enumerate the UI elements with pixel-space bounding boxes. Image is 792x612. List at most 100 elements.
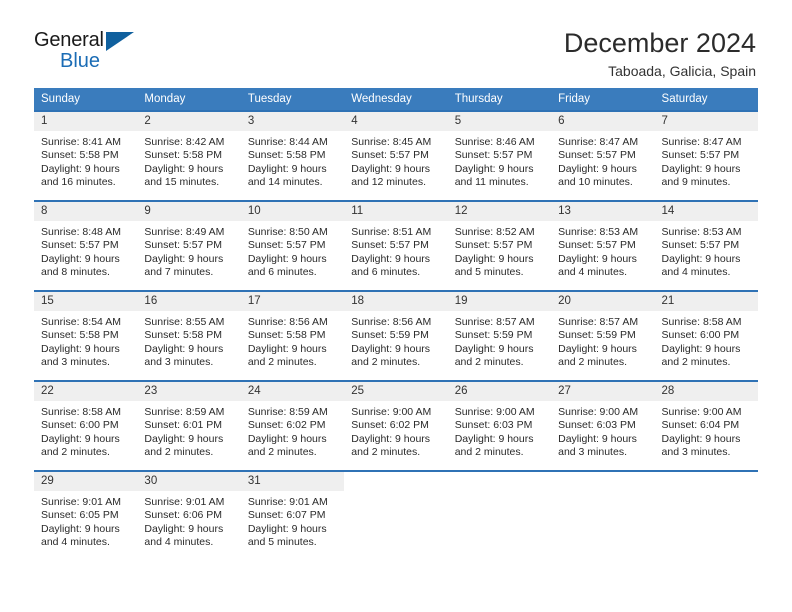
calendar-day-cell[interactable]: 30 Sunrise: 9:01 AM Sunset: 6:06 PM Dayligh… — [137, 470, 241, 561]
calendar-day-cell[interactable]: 28 Sunrise: 9:00 AM Sunset: 6:04 PM Dayligh… — [654, 380, 758, 471]
calendar-day-cell[interactable]: 10 Sunrise: 8:50 AM Sunset: 5:57 PM Dayligh… — [240, 200, 345, 291]
sunset-text: Sunset: 6:00 PM — [41, 419, 119, 432]
daylight-text-line1: Daylight: 9 hours — [247, 342, 327, 355]
sunset-text: Sunset: 6:05 PM — [41, 509, 119, 522]
daylight-text-line1: Daylight: 9 hours — [247, 432, 327, 445]
day-details: Sunrise: 8:58 AM Sunset: 6:00 PM Daylight:… — [34, 401, 137, 460]
sunrise-text: Sunrise: 8:56 AM — [247, 316, 328, 328]
page-header: General Blue December 2024 Taboada, Gali… — [0, 0, 792, 80]
sunset-text: Sunset: 6:07 PM — [247, 509, 326, 522]
daylight-text-line2: and 8 minutes. — [41, 266, 110, 279]
day-details: Sunrise: 8:56 AM Sunset: 5:59 PM Daylight:… — [344, 311, 447, 370]
calendar-day-cell[interactable]: 15 Sunrise: 8:54 AM Sunset: 5:58 PM Dayligh… — [34, 290, 138, 381]
sunset-text: Sunset: 5:59 PM — [351, 329, 429, 342]
calendar-day-cell[interactable]: 3 Sunrise: 8:44 AM Sunset: 5:58 PM Daylight… — [240, 110, 345, 201]
daylight-text-line2: and 4 minutes. — [558, 266, 627, 279]
calendar-day-cell[interactable]: 2 Sunrise: 8:42 AM Sunset: 5:58 PM Daylight… — [137, 110, 241, 201]
calendar-day-cell[interactable]: 22 Sunrise: 8:58 AM Sunset: 6:00 PM Dayligh… — [34, 380, 138, 471]
daylight-text-line2: and 15 minutes. — [144, 176, 220, 189]
calendar-day-cell[interactable]: 11 Sunrise: 8:51 AM Sunset: 5:57 PM Dayligh… — [344, 200, 448, 291]
day-details: Sunrise: 9:01 AM Sunset: 6:05 PM Daylight:… — [34, 491, 137, 550]
daylight-text-line2: and 2 minutes. — [558, 356, 627, 369]
calendar-day-cell[interactable]: 27 Sunrise: 9:00 AM Sunset: 6:03 PM Dayligh… — [551, 380, 655, 471]
day-number: 14 — [654, 202, 758, 221]
calendar-day-cell[interactable]: 14 Sunrise: 8:53 AM Sunset: 5:57 PM Dayligh… — [654, 200, 758, 291]
calendar-day-cell[interactable]: 31 Sunrise: 9:01 AM Sunset: 6:07 PM Dayligh… — [240, 470, 345, 561]
day-number: 13 — [551, 202, 655, 221]
sunrise-text: Sunrise: 8:53 AM — [661, 226, 742, 238]
daylight-text-line1: Daylight: 9 hours — [144, 522, 224, 535]
daylight-text-line2: and 2 minutes. — [351, 356, 421, 369]
sunset-text: Sunset: 5:57 PM — [454, 239, 533, 252]
calendar-day-cell[interactable]: 7 Sunrise: 8:47 AM Sunset: 5:57 PM Daylight… — [654, 110, 758, 201]
calendar-day-cell[interactable]: 21 Sunrise: 8:58 AM Sunset: 6:00 PM Dayligh… — [654, 290, 758, 381]
daylight-text-line1: Daylight: 9 hours — [558, 342, 637, 355]
day-number — [447, 472, 552, 491]
calendar-day-cell[interactable]: 6 Sunrise: 8:47 AM Sunset: 5:57 PM Daylight… — [551, 110, 655, 201]
calendar-day-cell[interactable]: 8 Sunrise: 8:48 AM Sunset: 5:57 PM Daylight… — [34, 200, 138, 291]
sunrise-text: Sunrise: 8:57 AM — [558, 316, 639, 328]
calendar-day-cell[interactable]: 16 Sunrise: 8:55 AM Sunset: 5:58 PM Dayligh… — [137, 290, 241, 381]
day-number: 29 — [34, 472, 138, 491]
calendar-day-cell[interactable]: 12 Sunrise: 8:52 AM Sunset: 5:57 PM Dayligh… — [447, 200, 552, 291]
calendar-day-cell[interactable]: 18 Sunrise: 8:56 AM Sunset: 5:59 PM Dayligh… — [344, 290, 448, 381]
brand-logo[interactable]: General Blue — [34, 28, 154, 76]
calendar-week-row: 1 Sunrise: 8:41 AM Sunset: 5:58 PM Daylight… — [34, 110, 758, 201]
daylight-text-line1: Daylight: 9 hours — [41, 252, 120, 265]
title-group: December 2024 Taboada, Galicia, Spain — [564, 28, 758, 80]
daylight-text-line2: and 5 minutes. — [247, 536, 317, 549]
calendar-day-cell[interactable]: 5 Sunrise: 8:46 AM Sunset: 5:57 PM Daylight… — [447, 110, 552, 201]
day-number: 26 — [447, 382, 552, 401]
sunset-text: Sunset: 5:57 PM — [144, 239, 223, 252]
daylight-text-line1: Daylight: 9 hours — [144, 252, 224, 265]
sunrise-text: Sunrise: 8:42 AM — [144, 136, 225, 148]
calendar-day-cell-empty — [654, 470, 758, 561]
day-details: Sunrise: 8:41 AM Sunset: 5:58 PM Daylight:… — [34, 131, 137, 190]
day-details: Sunrise: 8:45 AM Sunset: 5:57 PM Daylight:… — [344, 131, 447, 190]
sunset-text: Sunset: 5:58 PM — [247, 149, 326, 162]
sunrise-text: Sunrise: 8:44 AM — [247, 136, 328, 148]
calendar-day-cell[interactable]: 17 Sunrise: 8:56 AM Sunset: 5:58 PM Dayligh… — [240, 290, 345, 381]
calendar-day-cell[interactable]: 4 Sunrise: 8:45 AM Sunset: 5:57 PM Daylight… — [344, 110, 448, 201]
day-details: Sunrise: 8:46 AM Sunset: 5:57 PM Daylight:… — [448, 131, 551, 190]
day-details: Sunrise: 8:54 AM Sunset: 5:58 PM Daylight:… — [34, 311, 137, 370]
day-details: Sunrise: 8:50 AM Sunset: 5:57 PM Daylight:… — [241, 221, 344, 280]
calendar-day-cell[interactable]: 20 Sunrise: 8:57 AM Sunset: 5:59 PM Dayligh… — [551, 290, 655, 381]
sunset-text: Sunset: 5:57 PM — [351, 239, 429, 252]
calendar-day-cell[interactable]: 13 Sunrise: 8:53 AM Sunset: 5:57 PM Dayligh… — [551, 200, 655, 291]
day-number: 27 — [551, 382, 655, 401]
daylight-text-line1: Daylight: 9 hours — [558, 162, 637, 175]
calendar-day-cell[interactable]: 24 Sunrise: 8:59 AM Sunset: 6:02 PM Dayligh… — [240, 380, 345, 471]
calendar-day-cell[interactable]: 1 Sunrise: 8:41 AM Sunset: 5:58 PM Daylight… — [34, 110, 138, 201]
day-number: 6 — [551, 112, 655, 131]
daylight-text-line2: and 16 minutes. — [41, 176, 116, 189]
calendar-day-cell[interactable]: 19 Sunrise: 8:57 AM Sunset: 5:59 PM Dayligh… — [447, 290, 552, 381]
calendar-day-cell[interactable]: 29 Sunrise: 9:01 AM Sunset: 6:05 PM Dayligh… — [34, 470, 138, 561]
sunset-text: Sunset: 6:02 PM — [247, 419, 326, 432]
calendar-day-cell[interactable]: 26 Sunrise: 9:00 AM Sunset: 6:03 PM Dayligh… — [447, 380, 552, 471]
calendar-week-row: 29 Sunrise: 9:01 AM Sunset: 6:05 PM Dayligh… — [34, 470, 758, 561]
day-details: Sunrise: 8:56 AM Sunset: 5:58 PM Daylight:… — [241, 311, 344, 370]
calendar-day-cell[interactable]: 9 Sunrise: 8:49 AM Sunset: 5:57 PM Daylight… — [137, 200, 241, 291]
day-number: 9 — [137, 202, 241, 221]
sunset-text: Sunset: 5:57 PM — [351, 149, 429, 162]
daylight-text-line2: and 3 minutes. — [558, 446, 627, 459]
sunset-text: Sunset: 5:57 PM — [558, 149, 636, 162]
sunrise-text: Sunrise: 8:55 AM — [144, 316, 225, 328]
daylight-text-line1: Daylight: 9 hours — [351, 432, 431, 445]
daylight-text-line2: and 4 minutes. — [661, 266, 731, 279]
sunset-text: Sunset: 5:58 PM — [247, 329, 326, 342]
calendar-body: 1 Sunrise: 8:41 AM Sunset: 5:58 PM Daylight… — [34, 110, 758, 561]
day-details: Sunrise: 8:59 AM Sunset: 6:02 PM Daylight:… — [241, 401, 344, 460]
sunrise-text: Sunrise: 9:00 AM — [558, 406, 639, 418]
day-details: Sunrise: 8:53 AM Sunset: 5:57 PM Daylight:… — [655, 221, 758, 280]
calendar-day-cell[interactable]: 25 Sunrise: 9:00 AM Sunset: 6:02 PM Dayligh… — [344, 380, 448, 471]
sunrise-text: Sunrise: 8:53 AM — [558, 226, 639, 238]
calendar-day-cell[interactable]: 23 Sunrise: 8:59 AM Sunset: 6:01 PM Dayligh… — [137, 380, 241, 471]
sunset-text: Sunset: 5:57 PM — [558, 239, 636, 252]
page-title: December 2024 — [563, 28, 756, 58]
page-subtitle-location: Taboada, Galicia, Spain — [608, 63, 756, 80]
daylight-text-line2: and 5 minutes. — [454, 266, 524, 279]
day-number: 23 — [137, 382, 241, 401]
day-number: 24 — [240, 382, 345, 401]
